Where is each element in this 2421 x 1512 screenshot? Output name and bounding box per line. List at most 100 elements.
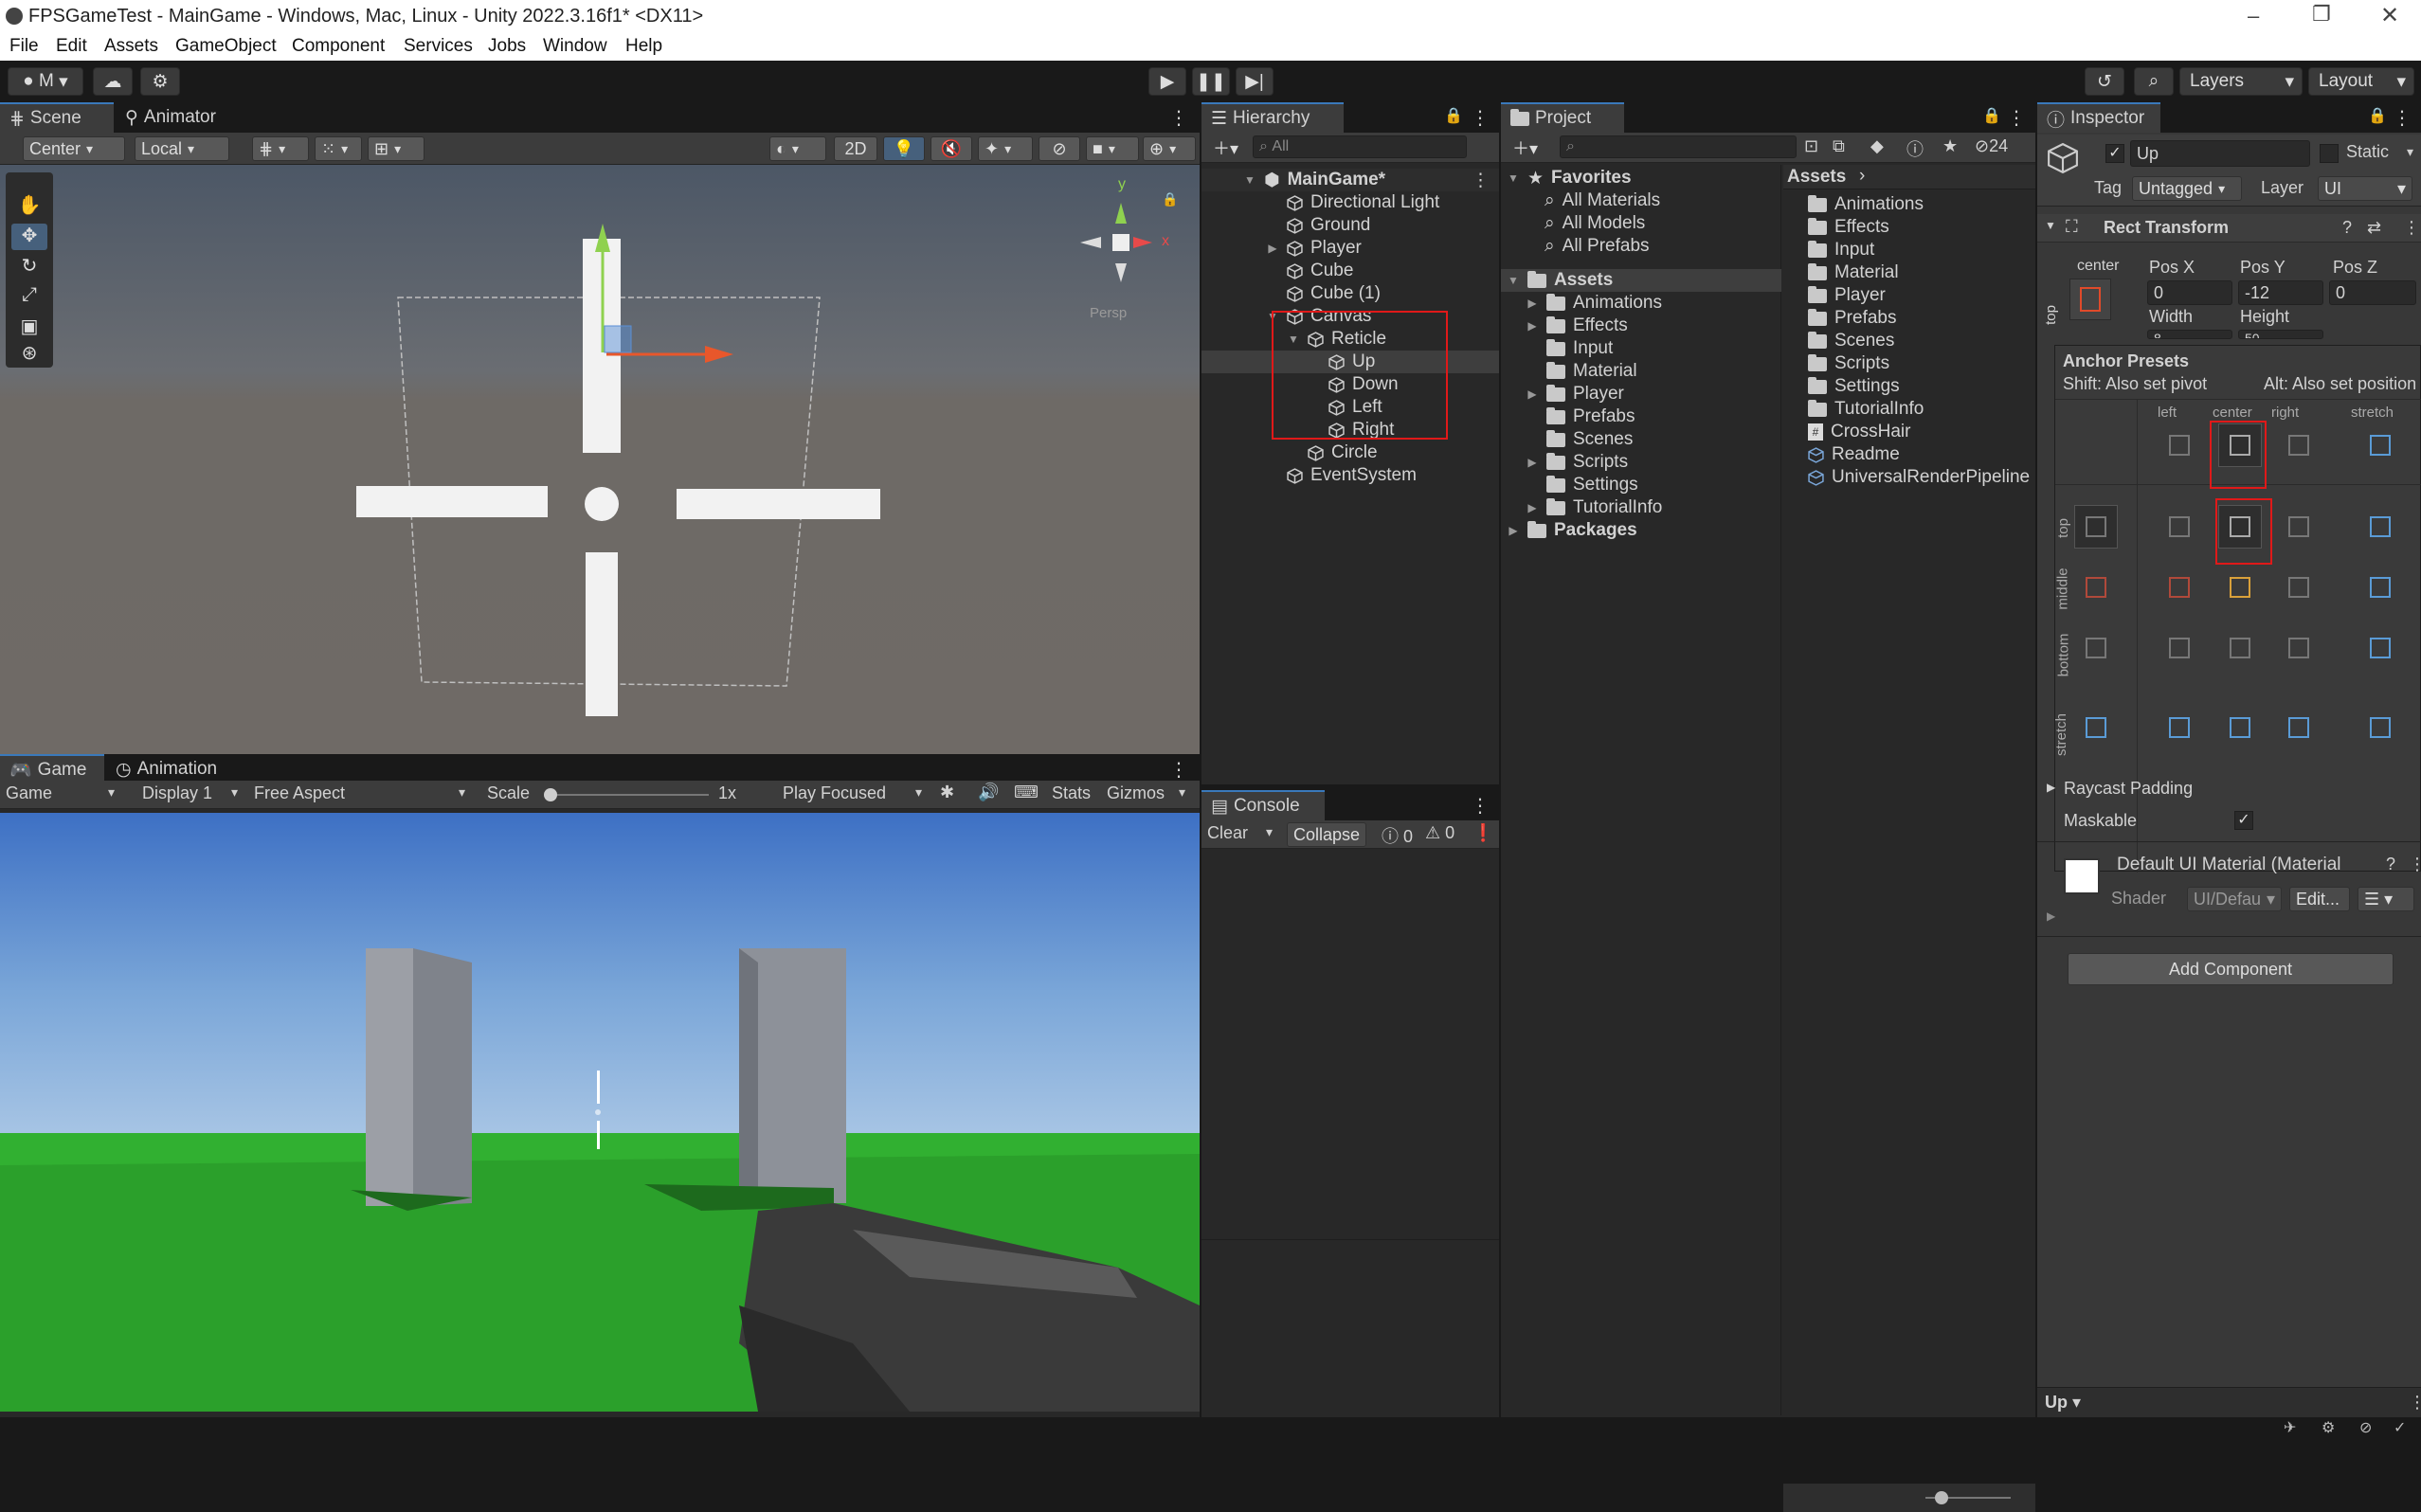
packages-root[interactable]: ▶ Packages — [1507, 519, 1636, 542]
tree-folder-scripts[interactable]: ▶ Scripts — [1526, 451, 1628, 474]
tab-hierarchy[interactable]: ☰ Hierarchy — [1201, 102, 1344, 133]
search-by-type-icon[interactable]: ⊡ — [1804, 136, 1818, 156]
pos-y-field[interactable]: -12 — [2238, 280, 2323, 305]
menu-edit[interactable]: Edit — [56, 36, 87, 57]
assets-root[interactable]: ▼ Assets — [1507, 269, 1613, 292]
hand-tool-icon[interactable]: ✋ — [11, 193, 47, 220]
edit-shader-button[interactable]: Edit... — [2289, 887, 2350, 911]
menu-services[interactable]: Services — [404, 36, 473, 57]
more-icon[interactable]: ⋮ — [1169, 106, 1188, 130]
more-icon[interactable]: ⋮ — [2007, 106, 2026, 130]
scene-viewport[interactable]: y x Persp 🔒 ✋ ✥ ↻ ⤢ ▣ ⊛ — [0, 165, 1200, 754]
pivot-dropdown[interactable]: Center — [23, 136, 125, 161]
hierarchy-item-circle[interactable]: Circle — [1308, 441, 1378, 464]
shader-dropdown[interactable]: UI/Defau ▾ — [2187, 887, 2282, 911]
hierarchy-item-cube-1[interactable]: Cube (1) — [1287, 282, 1381, 305]
anchor-stretch-left[interactable] — [2158, 706, 2201, 749]
maskable-checkbox[interactable]: ✓ — [2234, 811, 2253, 830]
scale-tool-icon[interactable]: ⤢ — [11, 284, 47, 311]
active-checkbox[interactable]: ✓ — [2105, 144, 2124, 163]
anchor-bottom-stretch[interactable] — [2358, 626, 2402, 670]
tree-folder-player[interactable]: ▶ Player — [1526, 383, 1623, 405]
menu-assets[interactable]: Assets — [104, 36, 158, 57]
stats-button[interactable]: Stats — [1052, 783, 1091, 803]
increment-snap-dropdown[interactable]: ⊞ — [368, 136, 425, 161]
zoom-slider-handle[interactable] — [1935, 1491, 1948, 1504]
transform-tool-icon[interactable]: ⊛ — [11, 341, 47, 368]
asset-item-prefabs[interactable]: Prefabs — [1808, 307, 1896, 330]
tab-project[interactable]: Project — [1501, 102, 1624, 133]
tree-folder-input[interactable]: Input — [1546, 337, 1613, 360]
search-button[interactable]: ⌕ — [2134, 67, 2174, 96]
sync-icon[interactable]: ⚙ — [2322, 1418, 2335, 1437]
rotate-tool-icon[interactable]: ↻ — [11, 254, 47, 280]
more-icon[interactable]: ⋮ — [1169, 758, 1188, 782]
asset-item-settings[interactable]: Settings — [1808, 375, 1900, 398]
more-icon[interactable]: ⋮ — [2403, 218, 2420, 238]
expand-arrow-icon[interactable]: ▶ — [1526, 297, 1539, 310]
asset-item-animations[interactable]: Animations — [1808, 193, 1924, 216]
star-icon[interactable]: ★ — [1942, 136, 1958, 156]
effects-dropdown[interactable]: ✦ — [978, 136, 1033, 161]
height-field[interactable]: 50 — [2238, 330, 2323, 339]
scale-slider[interactable] — [548, 794, 709, 796]
project-search[interactable]: ⌕ — [1560, 135, 1797, 158]
anchor-bottom-left[interactable] — [2158, 626, 2201, 670]
expand-arrow-icon[interactable]: ▶ — [2047, 781, 2055, 794]
anchor-stretch-stretch[interactable] — [2358, 706, 2402, 749]
anchor-middle-stretch[interactable] — [2358, 566, 2402, 609]
tree-folder-scenes[interactable]: Scenes — [1546, 428, 1633, 451]
move-gizmo-plane[interactable] — [604, 325, 632, 353]
lighting-toggle[interactable]: 💡 — [883, 136, 925, 161]
keyboard-icon[interactable]: ⌨ — [1014, 783, 1039, 802]
tab-scene[interactable]: ⋕ Scene — [0, 102, 114, 133]
tab-inspector[interactable]: ⓘ Inspector — [2037, 102, 2160, 133]
create-button[interactable]: ＋▾ — [1207, 135, 1245, 160]
tab-console[interactable]: ▤ Console — [1201, 790, 1325, 820]
hierarchy-item-ground[interactable]: Ground — [1287, 214, 1370, 237]
menu-window[interactable]: Window — [543, 36, 607, 57]
anchor-stretch-right[interactable] — [2277, 706, 2321, 749]
account-button[interactable]: ● M ▾ — [8, 67, 83, 96]
expand-arrow-icon[interactable]: ▶ — [1266, 242, 1279, 255]
bug-icon[interactable]: ✱ — [940, 783, 954, 802]
asset-item-scripts[interactable]: Scripts — [1808, 352, 1889, 375]
scale-slider-handle[interactable] — [544, 788, 557, 801]
more-icon[interactable]: ⋮ — [1471, 106, 1490, 130]
tree-folder-prefabs[interactable]: Prefabs — [1546, 405, 1635, 428]
tree-folder-tutorialinfo[interactable]: ▶ TutorialInfo — [1526, 496, 1662, 519]
collapse-button[interactable]: Collapse — [1287, 822, 1367, 847]
tab-animator[interactable]: ⚲ Animator — [116, 102, 226, 133]
lock-icon[interactable]: 🔒 — [1444, 106, 1463, 125]
chevron-down-icon[interactable]: ▾ — [1266, 824, 1273, 840]
anchor-top-stretch-h[interactable] — [2358, 423, 2402, 467]
menu-file[interactable]: File — [9, 36, 39, 57]
more-icon[interactable]: ⋮ — [1471, 794, 1490, 818]
hierarchy-item-maingame[interactable]: ▼ ⬢ MainGame* ⋮ — [1201, 169, 1499, 191]
anchor-top-right-h[interactable] — [2277, 423, 2321, 467]
pos-x-field[interactable]: 0 — [2147, 280, 2232, 305]
rect-transform-header[interactable]: ▼ ⛶ Rect Transform ? ⇄ ⋮ — [2037, 214, 2421, 243]
gizmos-button[interactable]: Gizmos — [1107, 783, 1165, 803]
undo-history-button[interactable]: ↺ — [2085, 67, 2124, 96]
expand-arrow-icon[interactable]: ▼ — [1243, 173, 1256, 187]
scene-orientation-gizmo[interactable] — [1080, 203, 1152, 282]
expand-arrow-icon[interactable]: ▶ — [1526, 319, 1539, 333]
audio-toggle[interactable]: 🔇 — [930, 136, 972, 161]
expand-arrow-icon[interactable]: ▶ — [1526, 456, 1539, 469]
preview-dropdown[interactable]: Up ▾ — [2045, 1393, 2081, 1413]
info-icon[interactable]: ❗ — [1472, 823, 1493, 843]
chevron-down-icon[interactable]: ▾ — [2407, 144, 2413, 160]
anchor-top-none[interactable] — [2074, 505, 2118, 549]
minimize-icon[interactable]: – — [2248, 4, 2259, 28]
tag-icon[interactable]: ◆ — [1870, 136, 1884, 156]
maximize-icon[interactable]: ❐ — [2312, 2, 2331, 27]
anchor-middle-none[interactable] — [2074, 566, 2118, 609]
shader-options-dropdown[interactable]: ☰ ▾ — [2358, 887, 2414, 911]
layers-dropdown[interactable]: Layers ▾ — [2179, 67, 2303, 96]
space-dropdown[interactable]: Local — [135, 136, 229, 161]
expand-arrow-icon[interactable]: ▶ — [2047, 909, 2055, 923]
hierarchy-search[interactable]: ⌕ All — [1253, 135, 1467, 158]
anchor-top-left-h[interactable] — [2158, 423, 2201, 467]
tree-folder-animations[interactable]: ▶ Animations — [1526, 292, 1662, 315]
